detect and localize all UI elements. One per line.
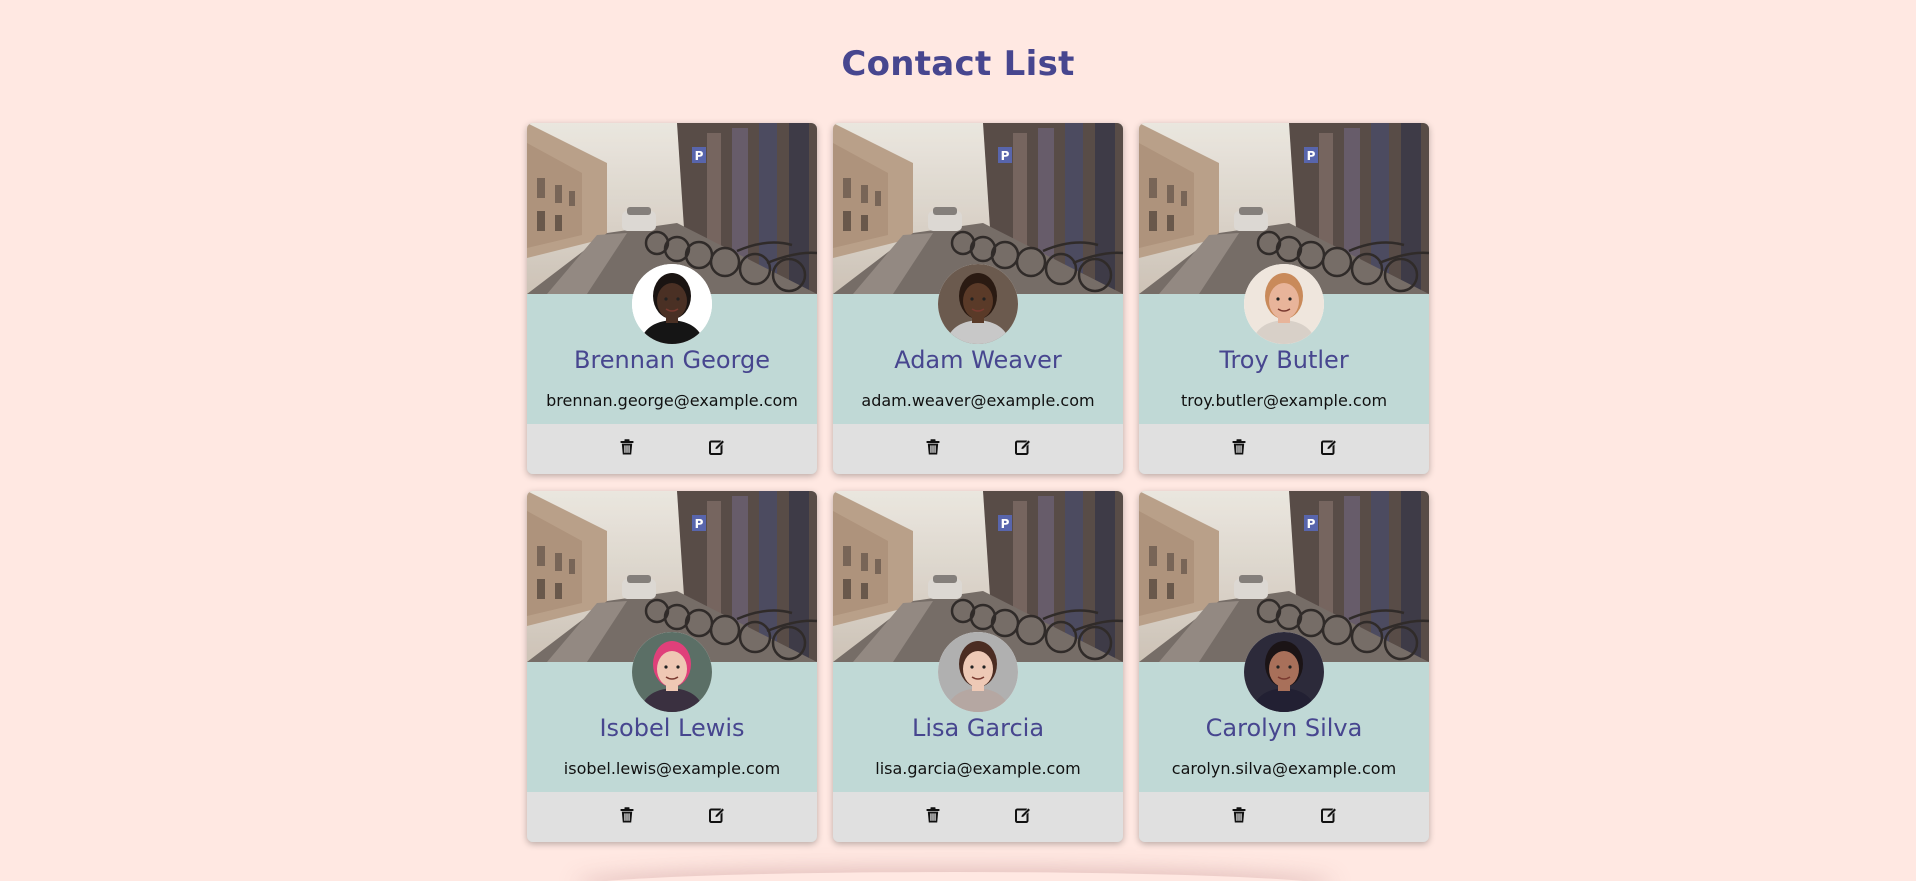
contact-card: P: [833, 491, 1123, 842]
delete-button[interactable]: [1229, 807, 1249, 827]
delete-button[interactable]: [617, 439, 637, 459]
avatar[interactable]: [632, 264, 712, 344]
card-actions: [1139, 792, 1429, 842]
contact-email: carolyn.silva@example.com: [1171, 759, 1397, 778]
trash-icon: [926, 439, 940, 459]
card-body: Adam Weaver adam.weaver@example.com: [833, 264, 1123, 424]
edit-button[interactable]: [707, 807, 727, 827]
edit-icon: [709, 439, 725, 459]
contact-name: Brennan George: [573, 346, 771, 374]
edit-icon: [1015, 439, 1031, 459]
contact-name: Adam Weaver: [894, 346, 1062, 374]
edit-button[interactable]: [707, 439, 727, 459]
card-actions: [527, 424, 817, 474]
avatar[interactable]: [1244, 632, 1324, 712]
contact-card: P: [833, 123, 1123, 474]
edit-button[interactable]: [1319, 807, 1339, 827]
trash-icon: [926, 807, 940, 827]
contact-name: Isobel Lewis: [599, 714, 745, 742]
delete-button[interactable]: [923, 439, 943, 459]
contact-grid: P Brennan George brennan.george@example.…: [527, 123, 1431, 842]
card-body: Brennan George brennan.george@example.co…: [527, 264, 817, 424]
contact-email: brennan.george@example.com: [546, 391, 798, 410]
trash-icon: [1232, 439, 1246, 459]
card-actions: [833, 424, 1123, 474]
contact-email: troy.butler@example.com: [1180, 391, 1388, 410]
contact-email: adam.weaver@example.com: [861, 391, 1095, 410]
edit-icon: [709, 807, 725, 827]
delete-button[interactable]: [1229, 439, 1249, 459]
contact-card: P: [527, 123, 817, 474]
contact-card: P: [1139, 123, 1429, 474]
card-body: Lisa Garcia lisa.garcia@example.com: [833, 632, 1123, 792]
delete-button[interactable]: [617, 807, 637, 827]
edit-button[interactable]: [1013, 439, 1033, 459]
trash-icon: [620, 439, 634, 459]
contact-card: P: [1139, 491, 1429, 842]
contact-name: Carolyn Silva: [1205, 714, 1363, 742]
delete-button[interactable]: [923, 807, 943, 827]
avatar[interactable]: [632, 632, 712, 712]
trash-icon: [1232, 807, 1246, 827]
edit-icon: [1321, 807, 1337, 827]
edit-icon: [1015, 807, 1031, 827]
edit-button[interactable]: [1319, 439, 1339, 459]
contact-email: isobel.lewis@example.com: [563, 759, 781, 778]
trash-icon: [620, 807, 634, 827]
avatar[interactable]: [938, 632, 1018, 712]
card-body: Isobel Lewis isobel.lewis@example.com: [527, 632, 817, 792]
contact-name: Troy Butler: [1219, 346, 1349, 374]
edit-icon: [1321, 439, 1337, 459]
edit-button[interactable]: [1013, 807, 1033, 827]
avatar[interactable]: [938, 264, 1018, 344]
bottom-card-shadow: [575, 872, 1335, 881]
contact-name: Lisa Garcia: [911, 714, 1045, 742]
page-title: Contact List: [841, 44, 1075, 84]
card-actions: [527, 792, 817, 842]
card-actions: [1139, 424, 1429, 474]
card-body: Carolyn Silva carolyn.silva@example.com: [1139, 632, 1429, 792]
avatar[interactable]: [1244, 264, 1324, 344]
contact-card: P: [527, 491, 817, 842]
contact-email: lisa.garcia@example.com: [875, 759, 1081, 778]
card-actions: [833, 792, 1123, 842]
card-body: Troy Butler troy.butler@example.com: [1139, 264, 1429, 424]
